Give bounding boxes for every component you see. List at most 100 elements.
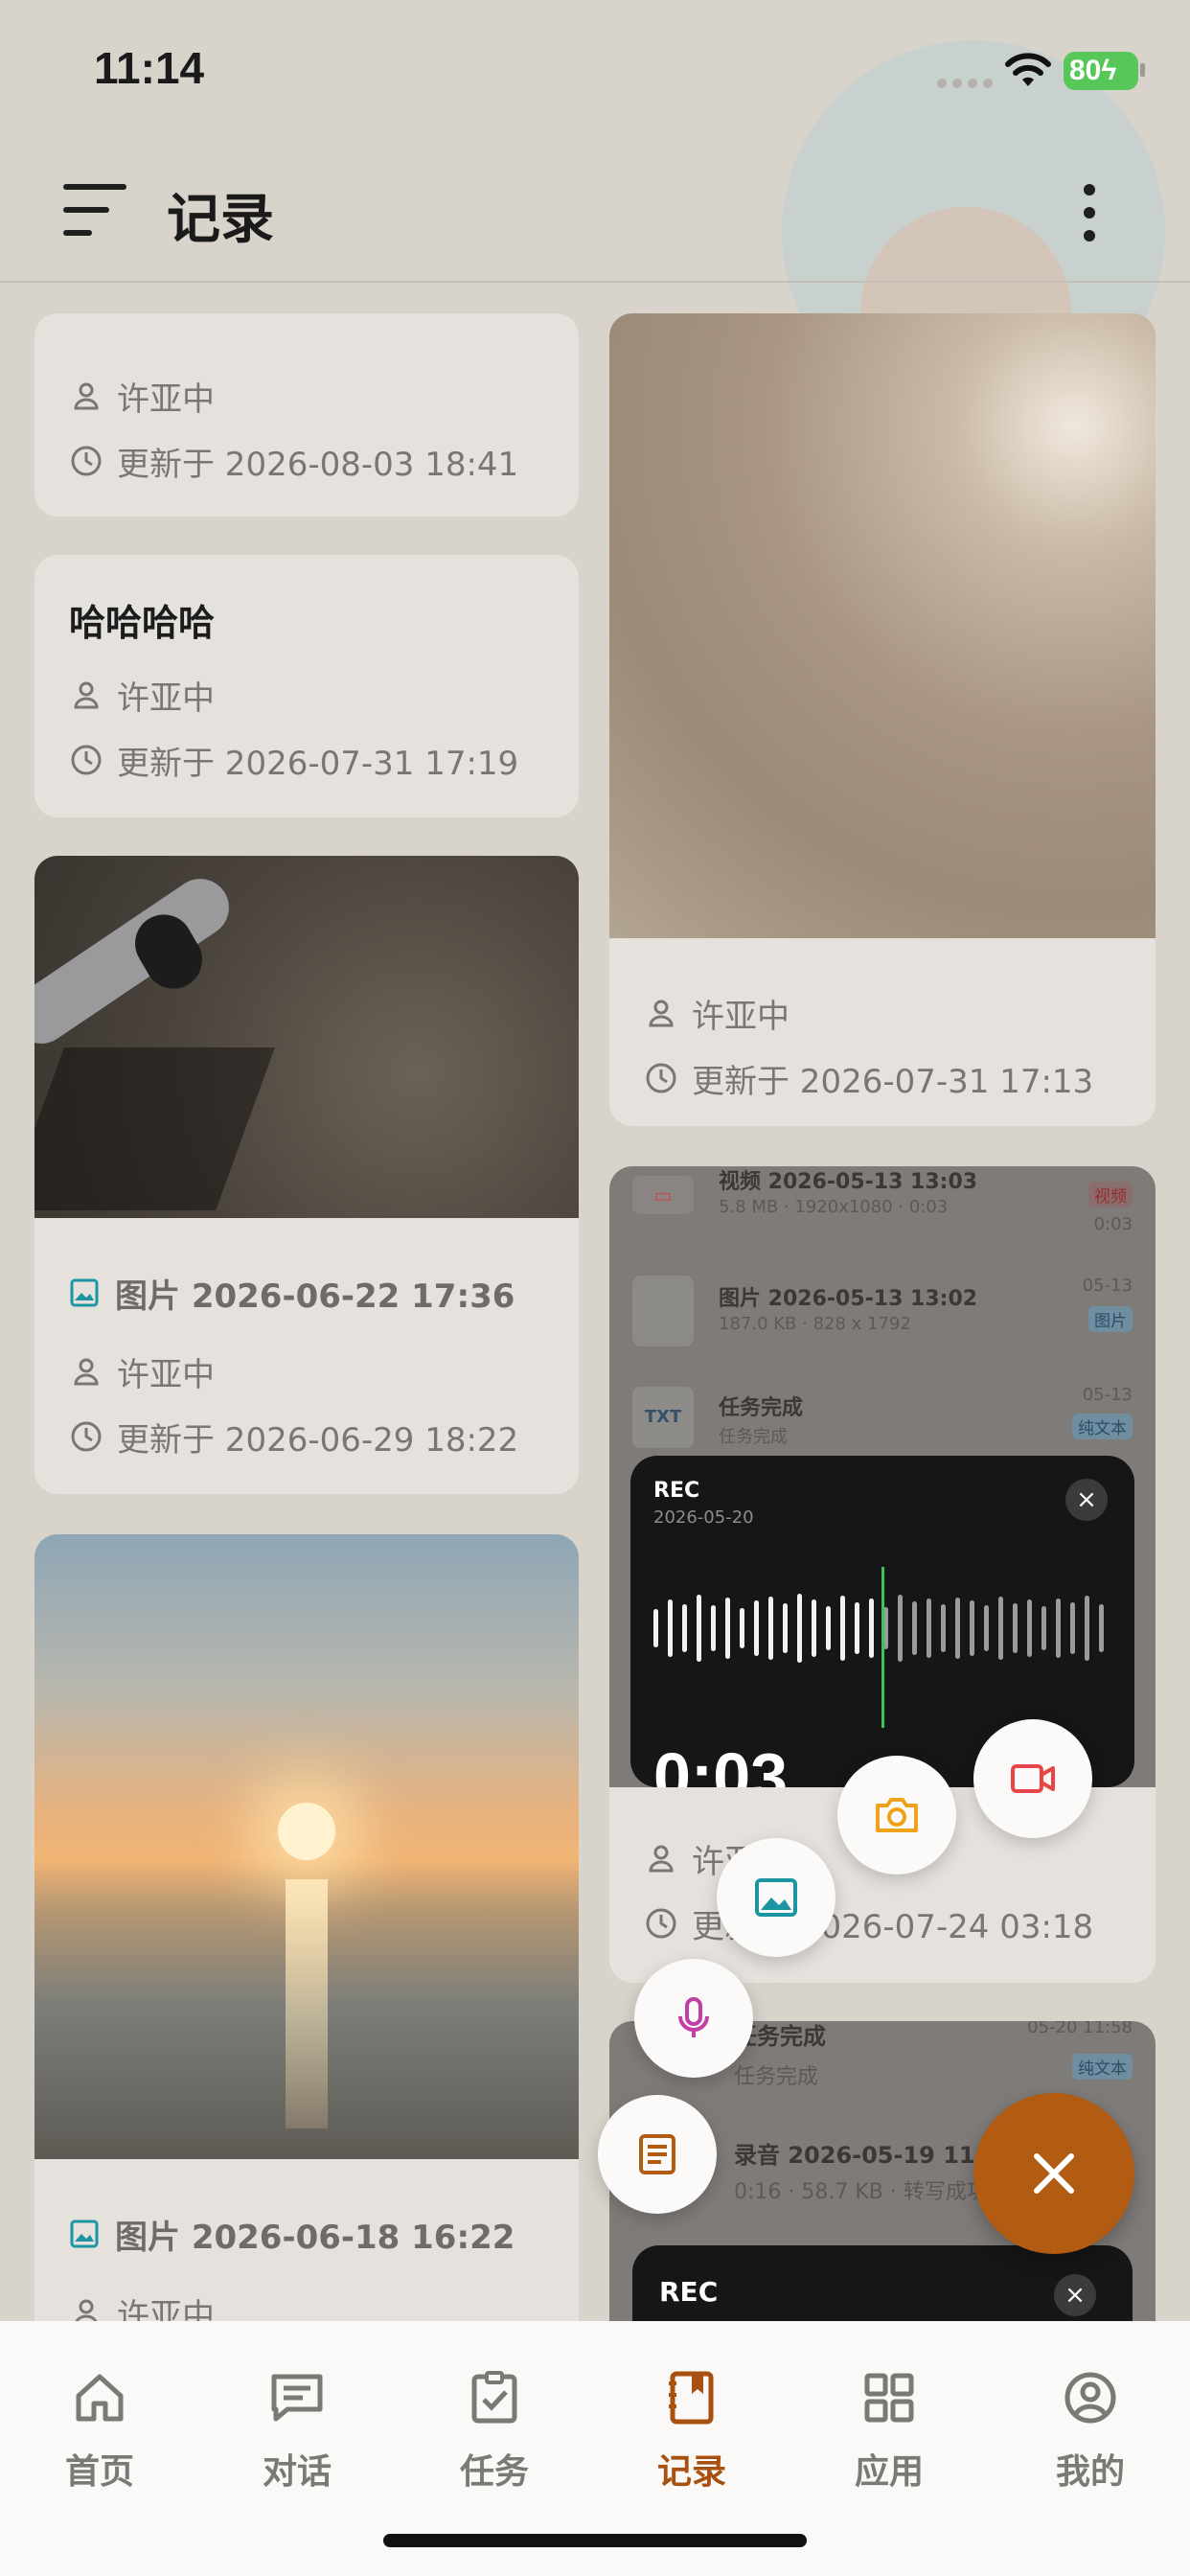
card-updated: 更新于 2026-08-03 18:41 — [117, 445, 519, 484]
task-icon — [471, 2371, 517, 2424]
person-icon — [74, 1358, 99, 1386]
waveform-bar — [1027, 1599, 1032, 1657]
waveform-bar — [725, 1598, 730, 1659]
waveform-bar — [998, 1597, 1003, 1660]
clock-icon — [71, 745, 102, 775]
video-icon: ▭ — [632, 1176, 694, 1214]
waveform-bar — [984, 1605, 989, 1651]
tab-profile[interactable]: 我的 — [1014, 2369, 1167, 2503]
cellular-signal-icon — [937, 79, 993, 88]
waveform-bar — [1085, 1596, 1089, 1661]
card-author: 许亚中 — [117, 678, 215, 718]
record-card[interactable]: 哈哈哈哈 许亚中 更新于 2026-07-31 17:19 — [34, 555, 579, 817]
image-icon — [70, 1278, 99, 1307]
waveform-bar — [740, 1608, 744, 1648]
waveform-bar — [711, 1605, 716, 1651]
camera-icon — [876, 1798, 918, 1832]
status-time: 11:14 — [94, 43, 205, 93]
chat-icon — [271, 2374, 323, 2422]
battery-level: 80 — [1069, 55, 1102, 86]
waveform-bar — [768, 1597, 773, 1660]
card-updated: 更新于 2026-06-29 18:22 — [117, 1420, 519, 1460]
card-label: 图片 2026-06-22 17:36 — [115, 1276, 515, 1316]
waveform-bar — [682, 1604, 687, 1652]
fab-gallery-button[interactable] — [717, 1838, 835, 1957]
video-icon — [1011, 1764, 1055, 1793]
fab-audio-button[interactable] — [634, 1959, 753, 2078]
waveform-bar — [970, 1600, 974, 1656]
clock-icon — [646, 1908, 676, 1939]
waveform-bar — [1013, 1603, 1018, 1653]
waveform-bar — [1056, 1598, 1061, 1658]
tab-home[interactable]: 首页 — [23, 2369, 176, 2503]
preview-row: ▭ 视频 2026-05-13 13:03 5.8 MB · 1920x1080… — [609, 1166, 1156, 1272]
card-author: 许亚中 — [692, 997, 790, 1036]
clock-icon — [646, 1063, 676, 1093]
card-author: 许亚中 — [117, 380, 215, 419]
screenshot-thumbnail: ▭ 视频 2026-05-13 13:03 5.8 MB · 1920x1080… — [609, 1166, 1156, 1787]
card-updated: 更新于 2026-07-31 17:19 — [117, 744, 519, 783]
tab-chat[interactable]: 对话 — [220, 2369, 374, 2503]
fab-camera-button[interactable] — [837, 1756, 956, 1874]
waveform-bar — [840, 1596, 845, 1661]
tab-records[interactable]: 记录 — [615, 2369, 768, 2503]
waveform-bar — [697, 1595, 701, 1662]
waveform-bar — [912, 1601, 917, 1655]
image-icon — [755, 1878, 797, 1917]
waveform-bar — [898, 1595, 903, 1662]
tab-tasks[interactable]: 任务 — [418, 2369, 571, 2503]
waveform-bar — [955, 1598, 960, 1659]
photo-thumbnail — [34, 856, 579, 1218]
battery-cap — [1140, 63, 1145, 77]
waveform-bar — [812, 1599, 816, 1657]
waveform-bar — [1041, 1606, 1046, 1650]
app-bar: 记录 — [0, 144, 1190, 283]
home-indicator — [383, 2534, 807, 2547]
status-bar: 11:14 80ϟ — [0, 0, 1190, 144]
person-icon — [649, 1000, 674, 1027]
playhead — [881, 1567, 884, 1728]
waveform-bar — [826, 1606, 831, 1650]
waveform-bar — [797, 1594, 802, 1663]
records-grid[interactable]: 许亚中 更新于 2026-08-03 18:41 哈哈哈哈 许亚中 更新于 20… — [0, 285, 1190, 2321]
page-title: 记录 — [167, 189, 274, 251]
person-icon — [74, 382, 99, 410]
waveform-bar — [855, 1602, 859, 1654]
card-author: 许亚中 — [117, 2296, 215, 2322]
waveform-bar — [941, 1604, 946, 1652]
person-icon — [649, 1845, 674, 1873]
wifi-icon — [1005, 53, 1051, 86]
card-author: 许亚中 — [117, 1355, 215, 1394]
sort-menu-icon[interactable] — [63, 184, 126, 238]
photo-thumbnail — [609, 313, 1156, 938]
card-title: 哈哈哈哈 — [69, 602, 216, 644]
more-options-icon[interactable] — [1073, 184, 1106, 242]
record-card[interactable]: 图片 2026-06-22 17:36 许亚中 更新于 2026-06-29 1… — [34, 856, 579, 1494]
close-icon: × — [1054, 2274, 1096, 2316]
tab-apps[interactable]: 应用 — [812, 2369, 966, 2503]
apps-icon — [864, 2373, 914, 2423]
person-icon — [74, 681, 99, 709]
microphone-icon — [678, 1997, 709, 2037]
waveform-bar — [668, 1599, 673, 1657]
recording-timer: 0:03 — [653, 1743, 789, 1787]
waveform-bar — [754, 1600, 759, 1656]
person-icon — [75, 2299, 98, 2321]
fab-note-button[interactable] — [598, 2095, 717, 2214]
waveform-bar — [927, 1598, 931, 1658]
waveform-bar — [869, 1598, 874, 1658]
preview-row: 图片 2026-05-13 13:02 187.0 KB · 828 x 179… — [609, 1272, 1156, 1377]
fab-video-button[interactable] — [973, 1719, 1092, 1838]
photo-thumbnail — [34, 1534, 579, 2159]
document-icon — [639, 2134, 675, 2174]
profile-icon — [1064, 2372, 1116, 2424]
record-card[interactable]: 许亚中 更新于 2026-08-03 18:41 — [34, 313, 579, 517]
fab-close-button[interactable] — [973, 2093, 1134, 2254]
clock-icon — [71, 1421, 102, 1452]
record-card[interactable]: 许亚中 更新于 2026-07-31 17:13 — [609, 313, 1156, 1126]
waveform-bar — [1070, 1602, 1075, 1654]
waveform-bar — [783, 1603, 788, 1653]
image-icon — [70, 2220, 99, 2248]
clock-icon — [71, 446, 102, 476]
record-card[interactable]: 图片 2026-06-18 16:22 许亚中 — [34, 1534, 579, 2321]
